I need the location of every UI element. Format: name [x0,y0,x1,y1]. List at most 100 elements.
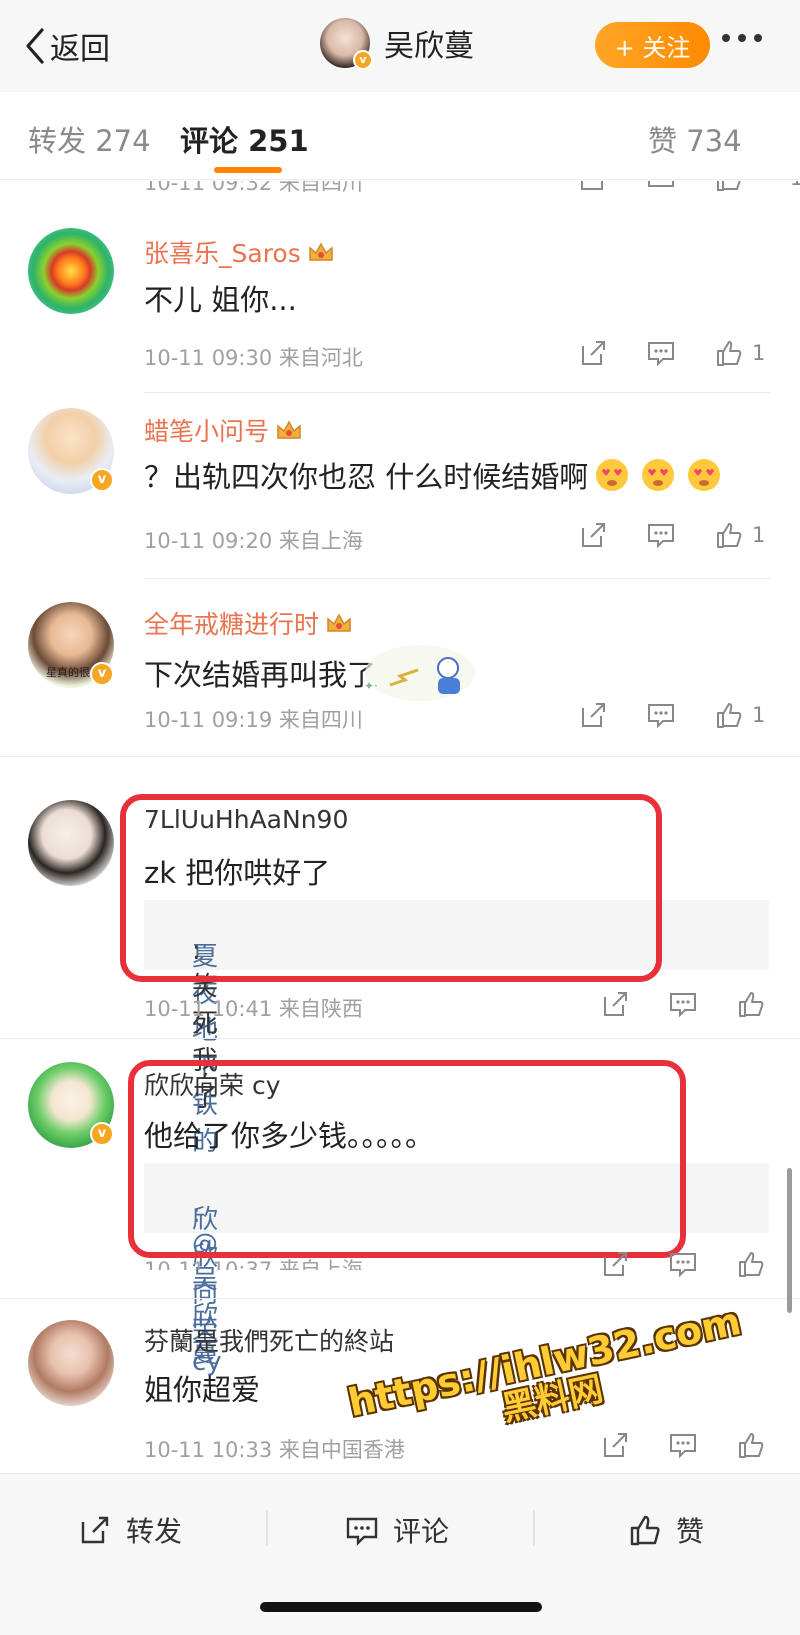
nav-user[interactable]: v 吴欣蔓 [320,18,474,70]
avatar[interactable]: 星真的很 v [28,602,114,688]
like-icon[interactable] [736,1430,766,1460]
comment-actions [600,989,766,1019]
comment-icon[interactable] [646,700,676,730]
comment-actions: 1 [578,181,800,193]
like-count: 1 [752,341,766,365]
comment-icon[interactable] [668,1430,698,1460]
share-icon[interactable] [600,1249,630,1279]
divider [0,1038,800,1039]
emoji-group [594,457,722,493]
chevron-left-icon [26,28,44,64]
share-icon[interactable] [578,338,608,368]
comment-actions: 1 [578,700,765,730]
separator [266,1510,268,1546]
top-nav-bar: 返回 v 吴欣蔓 + 关注 [0,0,800,92]
nav-user-name[interactable]: 吴欣蔓 [384,21,474,65]
comment-text-row: ？出轨四次你也忍 什么时候结婚啊 [144,454,722,496]
back-label: 返回 [50,32,110,67]
share-icon[interactable] [578,520,608,550]
heart-eyes-emoji-icon [642,459,675,491]
repost-button[interactable]: 转发 [78,1510,182,1550]
divider [0,756,800,757]
comment-icon[interactable] [668,1249,698,1279]
like-icon[interactable] [714,520,744,550]
like-button[interactable]: 赞 [628,1510,704,1550]
like-icon[interactable] [736,989,766,1019]
like-icon [630,1515,660,1546]
comment-icon[interactable] [646,181,676,193]
tab-repost[interactable]: 转发 274 [28,118,151,160]
share-icon[interactable] [600,989,630,1019]
comment-username-text[interactable]: 全年戒糖进行时 [144,610,319,639]
home-indicator[interactable] [260,1602,542,1612]
comment-username[interactable]: 蜡笔小问号 [144,412,303,448]
repost-label: 转发 [126,1515,183,1548]
share-icon[interactable] [600,1430,630,1460]
avatar[interactable] [28,1320,114,1406]
like-control[interactable]: 1 [714,520,765,550]
divider [0,1298,800,1299]
comment-text: 下次结婚再叫我了 [144,658,377,692]
like-icon[interactable] [714,700,744,730]
comment-username[interactable]: 张喜乐_Saros [144,234,335,270]
tab-like[interactable]: 赞 734 [648,118,742,160]
avatar[interactable] [28,228,114,314]
scrollbar[interactable] [787,1168,792,1313]
share-icon[interactable] [578,700,608,730]
comment-username-text[interactable]: 蜡笔小问号 [144,417,269,446]
highlight-annotation-frame [128,1060,686,1258]
comment-username[interactable]: 芬蘭是我們死亡的終站 [144,1322,394,1358]
like-count: 1 [752,703,766,727]
crown-icon [277,420,301,439]
svg-text:✦·: ✦· [364,679,378,693]
comment-button[interactable]: 评论 [345,1510,449,1550]
comment-meta: 10-11 09:20 来自上海 [144,529,363,553]
avatar[interactable]: v [28,408,114,494]
avatar[interactable] [28,800,114,886]
comment-username[interactable]: 全年戒糖进行时 [144,605,353,641]
like-icon[interactable] [736,1249,766,1279]
back-button[interactable]: 返回 [22,24,110,68]
comment-actions: 1 [578,520,765,550]
comment-meta: 10-11 09:19 来自四川 [144,708,363,732]
crown-icon [309,242,333,261]
tab-bar: 转发 274 评论 251 赞 734 [0,92,800,180]
share-icon [81,1516,109,1544]
more-icon[interactable] [722,34,762,42]
comment-label: 评论 [393,1515,450,1548]
like-count: 1 [752,523,766,547]
separator [533,1510,535,1546]
partial-comment-row: 10-11 09:32 来自四川 1 [0,181,800,193]
heart-eyes-emoji-icon [596,459,629,491]
comment-text: 不儿 姐你... [144,283,297,317]
like-control[interactable]: 1 [714,338,765,368]
crown-icon [327,613,351,632]
comment-meta: 10-11 10:41 来自陕西 [144,997,363,1021]
like-control[interactable]: 1 [714,700,765,730]
like-label: 赞 [676,1515,705,1548]
like-icon[interactable] [714,181,744,193]
share-icon[interactable] [578,181,608,193]
comment-meta: 10-11 09:30 来自河北 [144,346,363,370]
tab-active-indicator [214,167,282,173]
comment-icon[interactable] [668,989,698,1019]
comment-actions [600,1430,766,1460]
follow-button[interactable]: + 关注 [595,22,710,68]
comment-icon [346,1517,378,1546]
verified-badge-icon: v [90,468,114,492]
highlight-annotation-frame [120,794,662,982]
verified-badge-icon: v [353,50,373,70]
comment-icon[interactable] [646,520,676,550]
avatar[interactable]: v [320,18,373,70]
tab-comment[interactable]: 评论 251 [180,118,309,160]
comment-username-text[interactable]: 张喜乐_Saros [144,239,301,268]
comment-meta: 10-11 10:37 来自上海 [144,1258,363,1270]
avatar[interactable]: v [28,1062,114,1148]
comment-text: 姐你超爱 [144,1373,261,1407]
like-count: 1 [790,181,800,190]
like-icon[interactable] [714,338,744,368]
comment-icon[interactable] [646,338,676,368]
comment-text: ？出轨四次你也忍 什么时候结婚啊 [144,460,589,494]
avatar-caption: 星真的很 [46,666,90,679]
comment-meta: 10-11 09:32 来自四川 [144,181,363,193]
